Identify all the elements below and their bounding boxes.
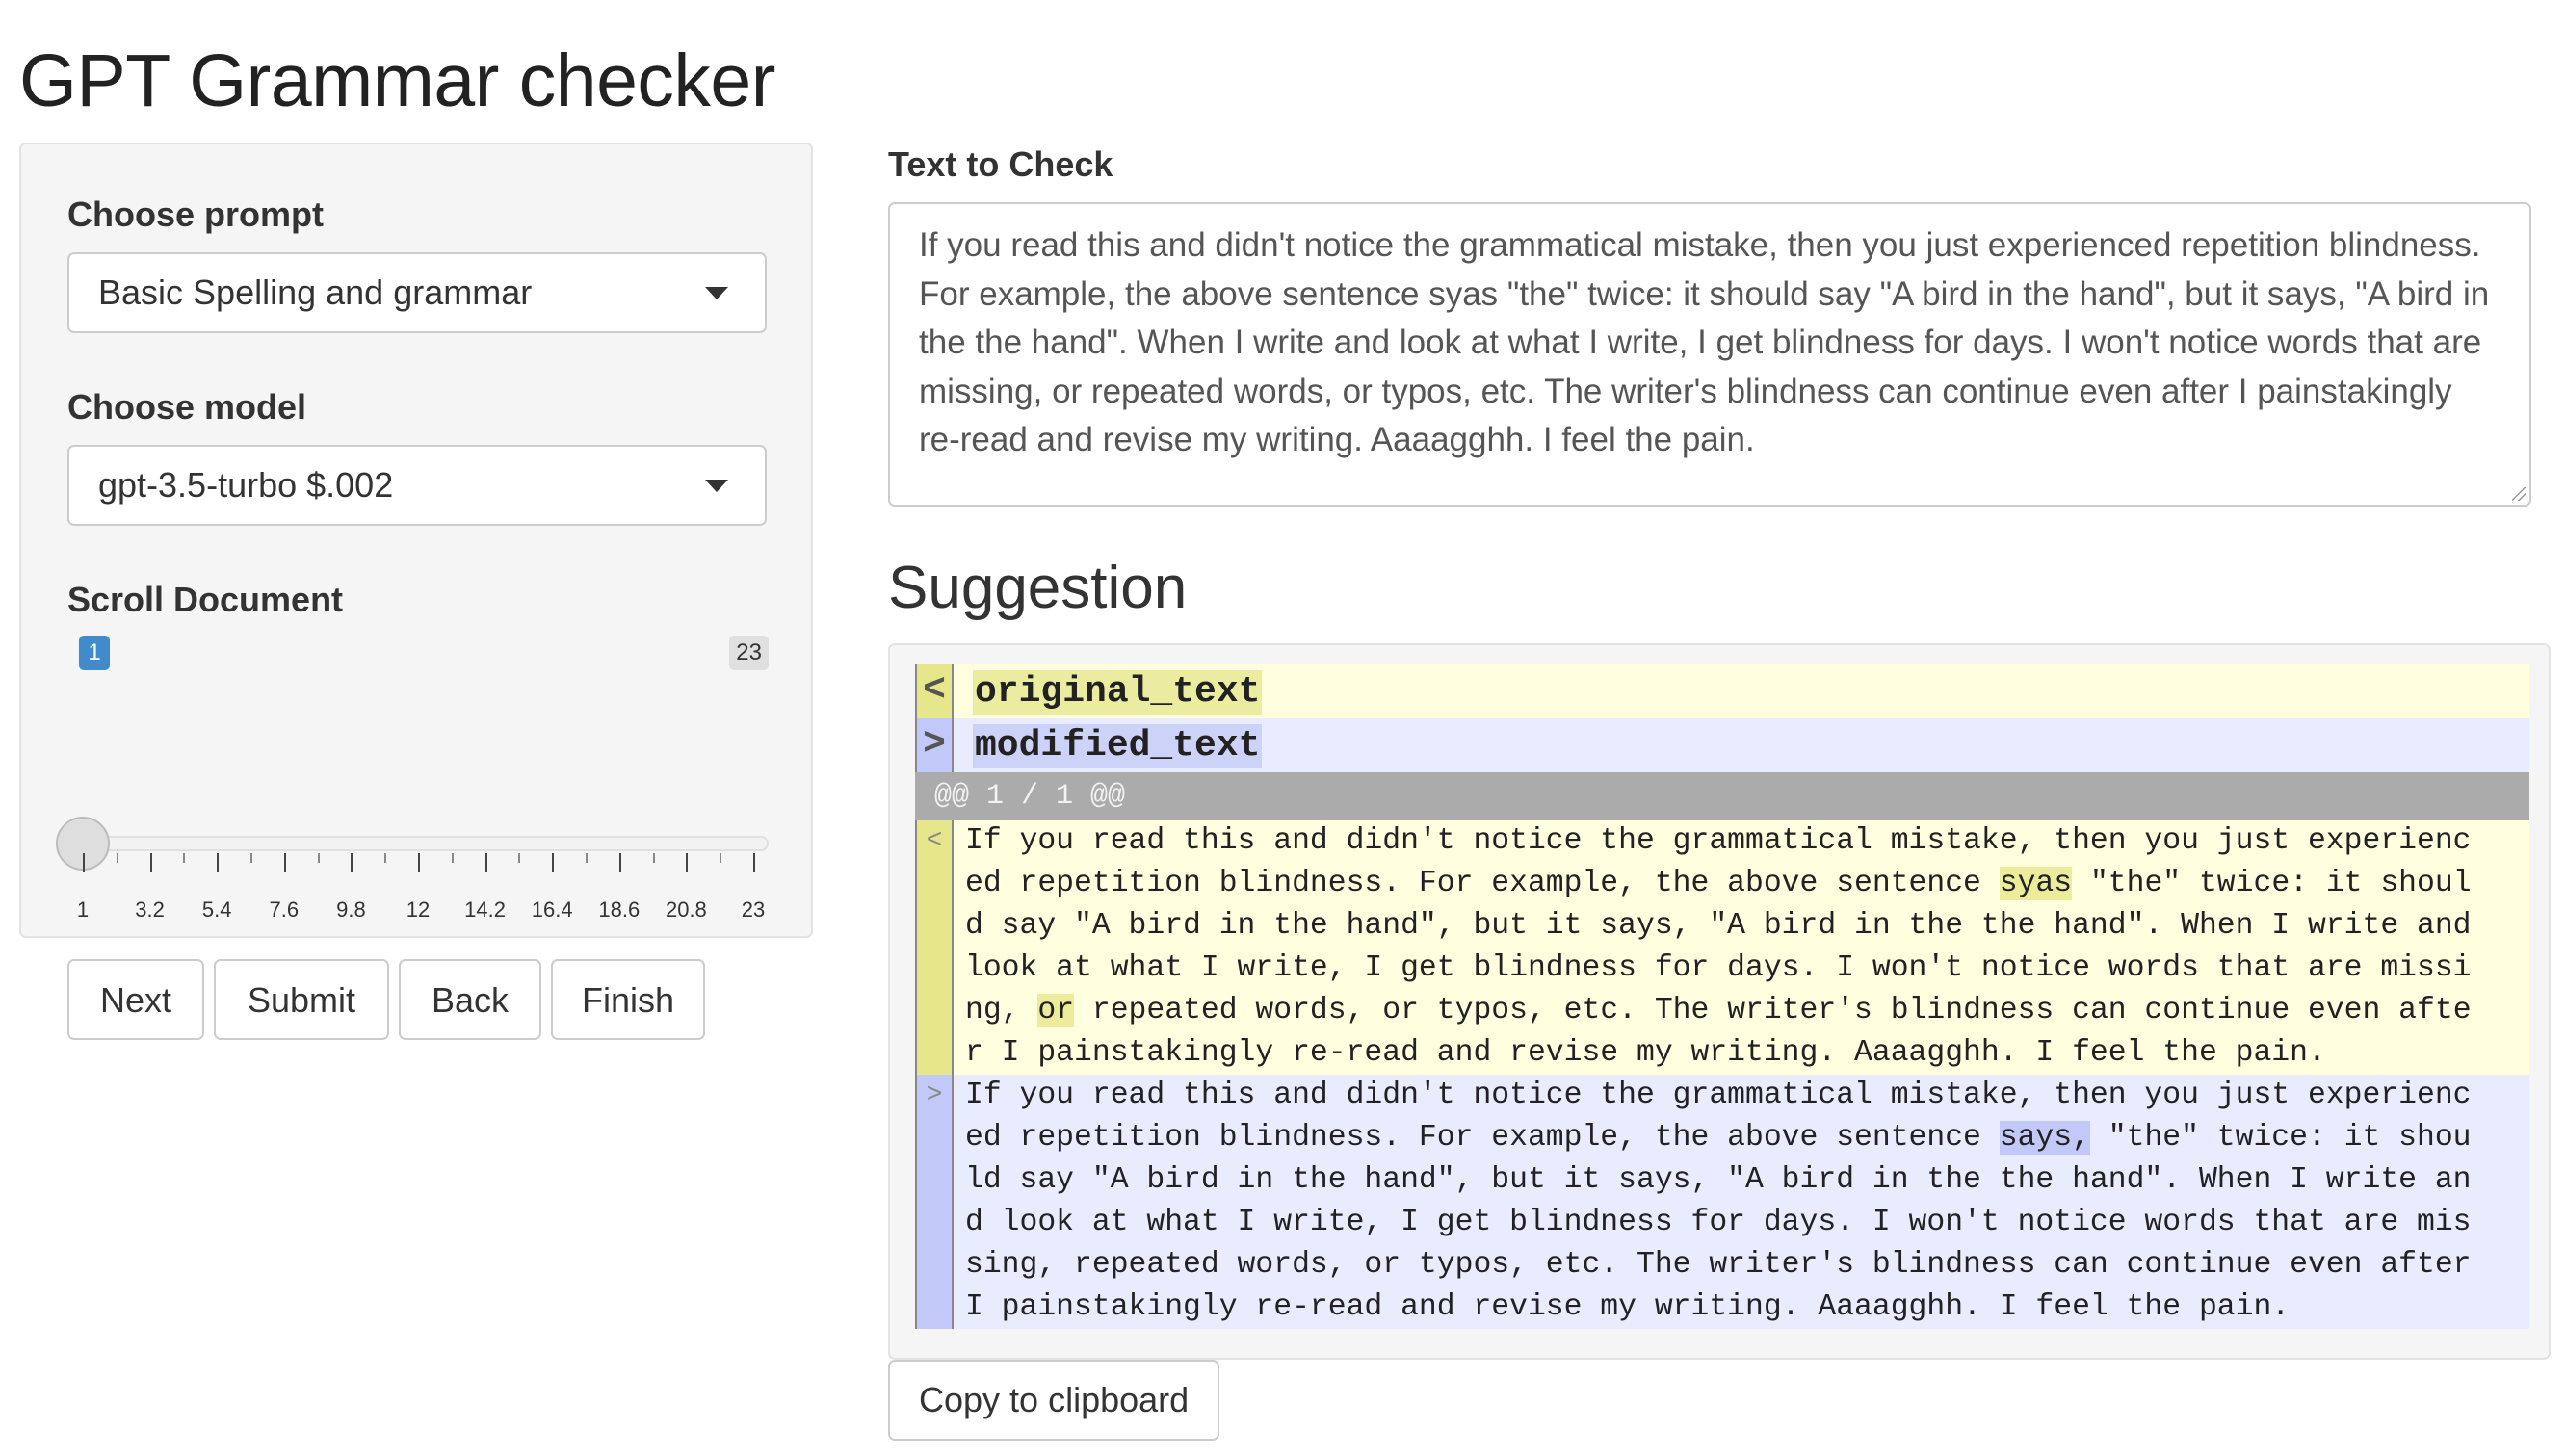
original-highlight: or: [1037, 994, 1075, 1027]
modified-line: If you read this and didn't notice the g…: [965, 1079, 2472, 1112]
modified-line: ed repetition blindness. For example, th…: [965, 1121, 2472, 1155]
hunk-header: @@ 1 / 1 @@: [915, 772, 2529, 820]
slider-major-tick: [351, 853, 353, 872]
back-button[interactable]: Back: [399, 959, 541, 1040]
diff-modified-block: > If you read this and didn't notice the…: [915, 1075, 2529, 1329]
original-line: look at what I write, I get blindness fo…: [965, 951, 2472, 985]
original-line: d say "A bird in the hand", but it says,…: [965, 909, 2472, 943]
slider-tick-label: 9.8: [336, 897, 366, 922]
slider-minor-tick: [451, 853, 454, 863]
original-line: ed repetition blindness. For example, th…: [965, 867, 2472, 900]
finish-button[interactable]: Finish: [551, 959, 705, 1040]
slider-major-tick: [686, 853, 689, 872]
slider-tick-label: 14.2: [464, 897, 507, 922]
diff-content-area: < original_text > modified_text @@ 1 / 1…: [915, 664, 2529, 1329]
slider-major-tick: [484, 853, 487, 872]
modified-line: sing, repeated words, or typos, etc. The…: [965, 1248, 2472, 1282]
slider-major-tick: [149, 853, 152, 872]
text-to-check-input[interactable]: If you read this and didn't notice the g…: [888, 202, 2531, 507]
slider-major-tick: [552, 853, 555, 872]
diff-original-block: < If you read this and didn't notice the…: [915, 820, 2529, 1075]
slider-tick-label: 7.6: [269, 897, 300, 922]
slider-tick-label: 1: [76, 897, 90, 922]
deletion-marker-icon: <: [915, 664, 954, 718]
text-to-check-value: If you read this and didn't notice the g…: [919, 226, 2490, 458]
slider-tick-label: 20.8: [665, 897, 707, 922]
diff-original-header: < original_text: [915, 664, 2529, 718]
slider-label: Scroll Document: [67, 580, 344, 619]
modified-lines: If you read this and didn't notice the g…: [965, 1075, 2529, 1329]
chevron-down-icon: [705, 287, 728, 299]
sidebar-panel: Choose prompt Basic Spelling and grammar…: [19, 143, 813, 1040]
model-select[interactable]: gpt-3.5-turbo $.002: [67, 445, 767, 526]
insertion-marker-icon: >: [926, 1080, 943, 1110]
suggestion-heading: Suggestion: [888, 555, 1188, 621]
app-title: GPT Grammar checker: [19, 39, 775, 122]
text-to-check-label: Text to Check: [888, 144, 1113, 184]
original-text-name: original_text: [973, 670, 1263, 715]
chevron-down-icon: [705, 480, 728, 492]
slider-minor-tick: [518, 853, 521, 863]
slider-tick-label: 18.6: [598, 897, 641, 922]
slider-ticks: 1 3.2 5.4 7.6 9.8 12 14.2 16.4 18.6 20.8 23: [67, 853, 769, 922]
slider-tick-label: 3.2: [135, 897, 165, 922]
modified-line: d look at what I write, I get blindness …: [965, 1206, 2472, 1239]
modified-line: ld say "A bird in the hand", but it says…: [965, 1163, 2472, 1197]
slider-tick-label: 5.4: [201, 897, 232, 922]
resize-grip-icon[interactable]: [2512, 487, 2526, 501]
slider-minor-tick: [183, 853, 186, 863]
deletion-gutter: <: [915, 820, 954, 1075]
model-select-value: gpt-3.5-turbo $.002: [98, 465, 394, 505]
modified-text-name: modified_text: [973, 724, 1263, 768]
slider-minor-tick: [652, 853, 655, 863]
copy-to-clipboard-button[interactable]: Copy to clipboard: [888, 1360, 1220, 1441]
model-label: Choose model: [67, 387, 307, 427]
slider-minor-tick: [586, 853, 588, 863]
slider-tick-label: 16.4: [531, 897, 573, 922]
diff-viewer: < original_text > modified_text @@ 1 / 1…: [888, 643, 2551, 1360]
slider-minor-tick: [317, 853, 320, 863]
original-line: ng, or repeated words, or typos, etc. Th…: [965, 994, 2472, 1027]
slider-track[interactable]: [89, 836, 769, 851]
slider-major-tick: [418, 853, 420, 872]
slider-value-badge: 1: [79, 636, 110, 670]
slider-major-tick: [83, 853, 85, 872]
prompt-select[interactable]: Basic Spelling and grammar: [67, 252, 767, 333]
slider-major-tick: [283, 853, 286, 872]
original-lines: If you read this and didn't notice the g…: [965, 820, 2529, 1075]
next-button[interactable]: Next: [67, 959, 204, 1040]
original-line: r I painstakingly re-read and revise my …: [965, 1036, 2326, 1070]
slider-tick-label: 12: [406, 897, 431, 922]
modified-line: I painstakingly re-read and revise my wr…: [965, 1290, 2291, 1324]
slider-major-tick: [217, 853, 220, 872]
insertion-gutter: >: [915, 1075, 954, 1329]
slider-minor-tick: [250, 853, 252, 863]
slider-minor-tick: [384, 853, 387, 863]
original-highlight: syas: [1999, 867, 2073, 900]
slider-tick-label: 23: [741, 897, 766, 922]
slider-minor-tick: [720, 853, 722, 863]
scroll-document-slider[interactable]: 1 23 1 3.2 5.4 7.6 9.8 12 14.2 16.4 18.6 20.8 23: [56, 626, 769, 922]
deletion-marker-icon: <: [926, 826, 943, 856]
slider-max-badge: 23: [729, 636, 769, 670]
insertion-marker-icon: >: [915, 718, 954, 772]
modified-highlight: says,: [1999, 1121, 2090, 1155]
original-line: If you read this and didn't notice the g…: [965, 824, 2472, 858]
prompt-label: Choose prompt: [67, 195, 324, 234]
slider-major-tick: [618, 853, 621, 872]
prompt-select-value: Basic Spelling and grammar: [98, 273, 533, 312]
submit-button[interactable]: Submit: [214, 959, 389, 1040]
slider-minor-tick: [116, 853, 118, 863]
slider-major-tick: [753, 853, 755, 872]
diff-modified-header: > modified_text: [915, 718, 2529, 772]
